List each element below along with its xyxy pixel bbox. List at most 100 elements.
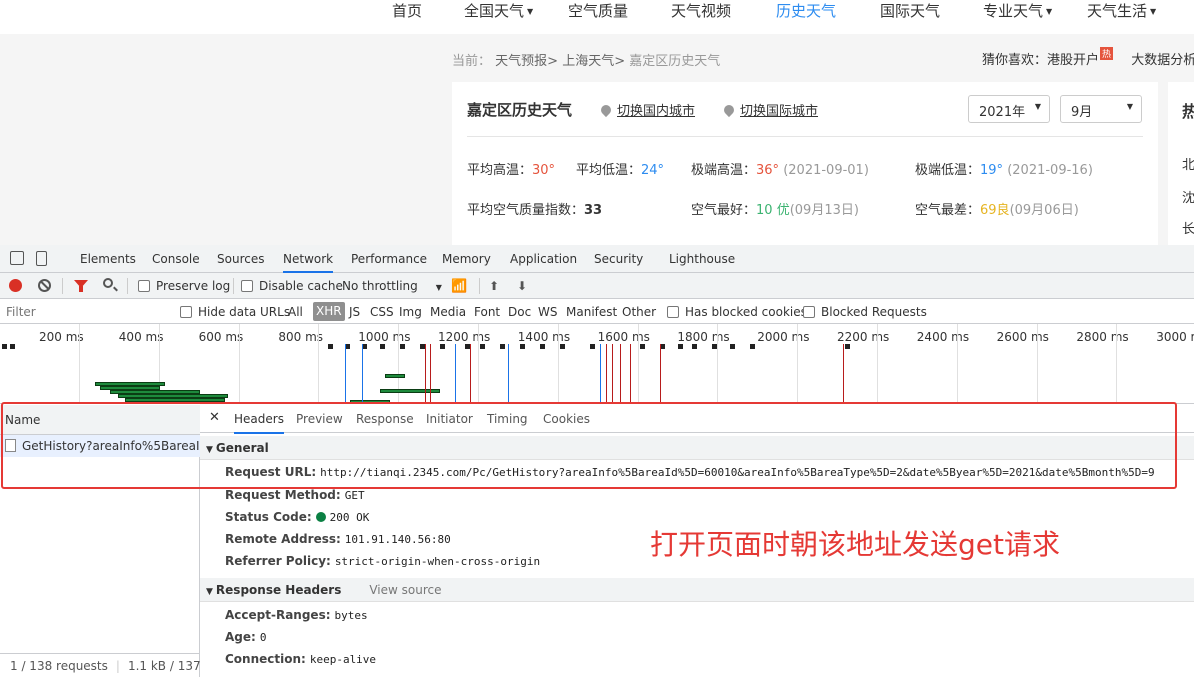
nav-history-weather[interactable]: 历史天气 bbox=[776, 0, 836, 22]
preserve-log-checkbox[interactable]: Preserve log bbox=[138, 279, 230, 293]
tab-timing[interactable]: Timing bbox=[487, 412, 528, 426]
aqi-label: 平均空气质量指数： bbox=[467, 203, 585, 218]
switch-intl-city-link[interactable]: 切换国际城市 bbox=[721, 100, 818, 119]
hot-city-item[interactable]: 沈 bbox=[1182, 187, 1194, 206]
filter-type-all[interactable]: All bbox=[288, 305, 303, 319]
import-har-icon[interactable]: ⬆ bbox=[489, 279, 499, 293]
nav-home[interactable]: 首页 bbox=[392, 0, 422, 22]
filter-icon[interactable] bbox=[74, 280, 88, 292]
hot-city-item[interactable]: 长 bbox=[1182, 218, 1194, 237]
close-icon[interactable]: ✕ bbox=[209, 410, 220, 425]
year-select[interactable]: 2021年 ▼ bbox=[968, 95, 1050, 123]
tab-preview[interactable]: Preview bbox=[296, 412, 343, 426]
timeline-marker bbox=[540, 344, 545, 349]
devtools-panel: Elements Console Sources Network Perform… bbox=[0, 245, 1194, 677]
filter-type-xhr[interactable]: XHR bbox=[313, 302, 345, 321]
avg-high-stat: 平均高温：30° bbox=[467, 159, 555, 178]
timeline-tick-label: 1400 ms bbox=[517, 330, 571, 344]
filter-type-js[interactable]: JS bbox=[349, 305, 360, 319]
request-row[interactable]: GetHistory?areaInfo%5BareaId... bbox=[0, 435, 200, 457]
view-source-link[interactable]: View source bbox=[369, 583, 441, 597]
accept-ranges-value: bytes bbox=[334, 609, 368, 622]
nav-life-label: 天气生活 bbox=[1087, 2, 1148, 20]
remote-address-label: Remote Address: bbox=[225, 532, 341, 546]
breadcrumb-forecast-link[interactable]: 天气预报 bbox=[495, 54, 547, 69]
network-conditions-icon[interactable]: 📶 bbox=[451, 279, 467, 294]
month-select[interactable]: 9月 ▼ bbox=[1060, 95, 1142, 123]
filter-type-media[interactable]: Media bbox=[430, 305, 466, 319]
tab-security[interactable]: Security bbox=[594, 252, 643, 266]
tab-elements[interactable]: Elements bbox=[80, 252, 136, 266]
max-high-value: 36° bbox=[756, 163, 780, 178]
timeline-marker bbox=[2, 344, 7, 349]
filter-type-img[interactable]: Img bbox=[399, 305, 422, 319]
filter-type-ws[interactable]: WS bbox=[538, 305, 557, 319]
history-weather-card: 嘉定区历史天气 切换国内城市 切换国际城市 2021年 ▼ 9月 ▼ 平均高温：30… bbox=[452, 82, 1158, 245]
name-column-header[interactable]: Name bbox=[0, 405, 200, 435]
tab-lighthouse[interactable]: Lighthouse bbox=[669, 252, 735, 266]
guess-link-hk-stock[interactable]: 港股开户 bbox=[1047, 53, 1099, 68]
timeline-gridline bbox=[1036, 324, 1038, 403]
nav-weather-life[interactable]: 天气生活 ▼ bbox=[1087, 0, 1156, 23]
blocked-requests-checkbox[interactable]: Blocked Requests bbox=[803, 305, 927, 319]
inspect-element-icon[interactable] bbox=[10, 251, 24, 265]
timeline-marker bbox=[440, 344, 445, 349]
tab-application[interactable]: Application bbox=[510, 252, 577, 266]
filter-input[interactable] bbox=[3, 303, 167, 321]
hide-data-urls-checkbox[interactable]: Hide data URLs bbox=[180, 305, 290, 319]
network-timeline[interactable]: 200 ms 400 ms 600 ms 800 ms 1000 ms 1200 ms 14… bbox=[0, 324, 1194, 404]
timeline-event-line bbox=[843, 344, 844, 403]
timeline-event-line bbox=[470, 344, 471, 403]
filter-type-css[interactable]: CSS bbox=[370, 305, 394, 319]
tab-cookies[interactable]: Cookies bbox=[543, 412, 590, 426]
has-blocked-cookies-checkbox[interactable]: Has blocked cookies bbox=[667, 305, 807, 319]
breadcrumb-current: 嘉定区历史天气 bbox=[629, 54, 721, 69]
connection-value: keep-alive bbox=[309, 653, 377, 666]
general-section-header[interactable]: ▼ General bbox=[200, 436, 1194, 460]
nav-air-quality[interactable]: 空气质量 bbox=[568, 0, 628, 22]
referrer-policy-label: Referrer Policy: bbox=[225, 554, 331, 568]
filter-type-other[interactable]: Other bbox=[622, 305, 656, 319]
tab-sources[interactable]: Sources bbox=[217, 252, 264, 266]
timeline-event-line bbox=[345, 344, 346, 403]
remote-address-value: 101.91.140.56:80 bbox=[344, 533, 451, 546]
response-headers-section-header[interactable]: ▼ Response Headers View source bbox=[200, 578, 1194, 602]
search-icon[interactable] bbox=[103, 278, 113, 288]
caret-down-icon: ▼ bbox=[527, 6, 534, 16]
guess-link-bigdata[interactable]: 大数据分析 bbox=[1131, 53, 1194, 68]
disable-cache-checkbox[interactable]: Disable cache bbox=[241, 279, 343, 293]
nav-weather-video[interactable]: 天气视频 bbox=[671, 0, 731, 22]
location-pin-icon bbox=[598, 102, 614, 118]
timeline-gridline bbox=[877, 324, 878, 403]
switch-domestic-city-link[interactable]: 切换国内城市 bbox=[598, 100, 695, 119]
worst-air-date: (09月06日) bbox=[1009, 203, 1079, 218]
timeline-tick-label: 3000 ms bbox=[1156, 330, 1194, 344]
checkbox-icon bbox=[180, 306, 192, 318]
filter-type-manifest[interactable]: Manifest bbox=[566, 305, 617, 319]
record-icon[interactable] bbox=[9, 279, 22, 292]
throttling-select[interactable]: No throttling ▼ bbox=[342, 279, 442, 293]
avg-high-label: 平均高温： bbox=[467, 163, 533, 178]
filter-type-font[interactable]: Font bbox=[474, 305, 500, 319]
hot-city-item[interactable]: 北 bbox=[1182, 154, 1194, 173]
nav-intl-weather[interactable]: 国际天气 bbox=[880, 0, 940, 22]
tab-memory[interactable]: Memory bbox=[442, 252, 491, 266]
tab-initiator[interactable]: Initiator bbox=[426, 412, 473, 426]
nav-national-weather[interactable]: 全国天气 ▼ bbox=[464, 0, 533, 23]
tab-console[interactable]: Console bbox=[152, 252, 200, 266]
timeline-event-line bbox=[425, 344, 426, 403]
worst-air-stat: 空气最差：69良(09月06日) bbox=[915, 199, 1079, 218]
export-har-icon[interactable]: ⬇ bbox=[517, 279, 527, 293]
tab-network[interactable]: Network bbox=[283, 252, 334, 273]
breadcrumb-shanghai-link[interactable]: 上海天气 bbox=[562, 54, 614, 69]
tab-response[interactable]: Response bbox=[356, 412, 414, 426]
status-code-row: Status Code: 200 OK bbox=[225, 510, 369, 524]
clear-icon[interactable] bbox=[38, 279, 51, 292]
device-toolbar-icon[interactable] bbox=[36, 251, 47, 266]
filter-type-doc[interactable]: Doc bbox=[508, 305, 531, 319]
checkbox-icon bbox=[138, 280, 150, 292]
tab-performance[interactable]: Performance bbox=[351, 252, 427, 266]
accept-ranges-label: Accept-Ranges: bbox=[225, 608, 331, 622]
nav-pro-weather[interactable]: 专业天气 ▼ bbox=[983, 0, 1052, 23]
tab-headers[interactable]: Headers bbox=[234, 412, 284, 434]
